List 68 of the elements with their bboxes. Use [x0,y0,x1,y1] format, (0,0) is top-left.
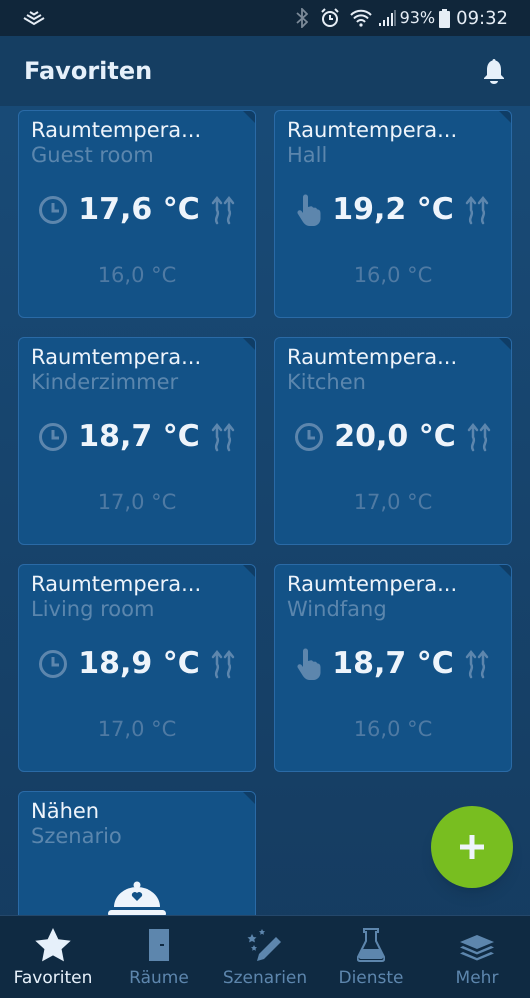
corner-fold [499,338,511,350]
cell-signal-icon [378,9,396,27]
heating-arrows-icon [466,422,492,452]
nav-tab[interactable]: Mehr [424,916,530,998]
device-tile[interactable]: Raumtempera... Kitchen 20,0 °C 17,0 °C [274,337,512,545]
tile-subtitle: Kinderzimmer [31,370,180,394]
device-tile[interactable]: Raumtempera... Living room 18,9 °C 17,0 °C [18,564,256,772]
tile-subtitle: Hall [287,143,328,167]
setpoint-temperature: 16,0 °C [354,716,432,743]
heating-arrows-icon [210,648,236,678]
battery-icon [439,8,450,28]
wifi-icon [350,9,372,27]
corner-fold [499,565,511,577]
setpoint-temperature: 17,0 °C [354,489,432,516]
tile-subtitle: Szenario [31,824,123,848]
current-temperature: 20,0 °C [334,418,456,456]
heating-arrows-icon [210,422,236,452]
heating-arrows-icon [210,194,236,224]
device-tile[interactable]: Raumtempera... Kinderzimmer 18,7 °C 17,0 °C [18,337,256,545]
door-icon [148,928,170,962]
corner-fold [243,792,255,804]
bluetooth-icon [296,8,308,28]
bell-icon[interactable] [482,58,506,84]
tile-title: Raumtempera... [287,571,458,597]
current-temperature: 18,9 °C [78,645,200,683]
tile-subtitle: Kitchen [287,370,367,394]
signal-waves-icon [22,10,46,26]
layers-icon [459,934,495,962]
corner-fold [243,111,255,123]
corner-fold [243,338,255,350]
device-tile[interactable]: Raumtempera... Guest room 17,6 °C 16,0 °C [18,110,256,318]
setpoint-temperature: 16,0 °C [354,262,432,289]
current-temperature: 18,7 °C [78,418,200,456]
corner-fold [499,111,511,123]
current-temperature: 18,7 °C [332,645,454,683]
heating-arrows-icon [464,194,490,224]
device-tile[interactable]: Nähen Szenario [18,791,256,915]
clock-time: 09:32 [456,6,508,30]
setpoint-temperature: 17,0 °C [98,716,176,743]
device-tile[interactable]: Raumtempera... Hall 19,2 °C 16,0 °C [274,110,512,318]
nav-tab[interactable]: Räume [106,916,212,998]
star-icon [35,928,71,962]
stars-pencil-icon [246,928,284,962]
nav-tab[interactable]: Favoriten [0,916,106,998]
tile-subtitle: Guest room [31,143,155,167]
tile-title: Raumtempera... [287,117,458,143]
page-title: Favoriten [24,56,152,87]
tile-subtitle: Living room [31,597,156,621]
tile-title: Raumtempera... [31,571,202,597]
corner-fold [243,565,255,577]
plus-icon [458,833,486,861]
nav-tab[interactable]: Szenarien [212,916,318,998]
serving-cloche-icon [107,880,167,915]
setpoint-temperature: 17,0 °C [98,489,176,516]
tile-title: Raumtempera... [287,344,458,370]
alarm-clock-icon [320,8,340,28]
heating-arrows-icon [464,648,490,678]
flask-icon [357,928,385,962]
tile-subtitle: Windfang [287,597,388,621]
tile-title: Nähen [31,798,100,824]
setpoint-temperature: 16,0 °C [98,262,176,289]
nav-tab[interactable]: Dienste [318,916,424,998]
battery-percent: 93% [400,7,436,29]
tile-title: Raumtempera... [31,344,202,370]
device-tile[interactable]: Raumtempera... Windfang 18,7 °C 16,0 °C [274,564,512,772]
current-temperature: 19,2 °C [332,191,454,229]
current-temperature: 17,6 °C [78,191,200,229]
tile-title: Raumtempera... [31,117,202,143]
